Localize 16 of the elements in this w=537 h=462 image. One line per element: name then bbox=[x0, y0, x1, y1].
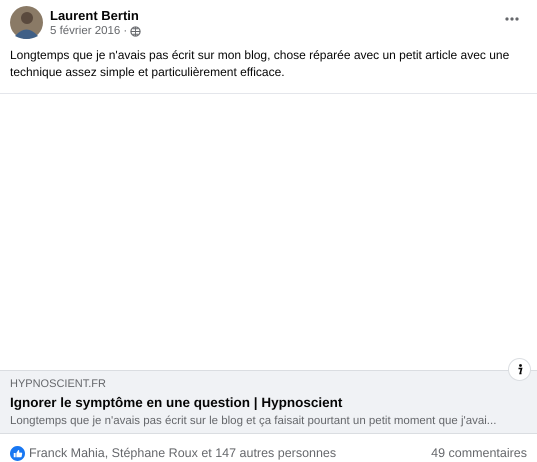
avatar[interactable] bbox=[10, 6, 43, 39]
more-icon bbox=[505, 17, 519, 21]
link-preview-card[interactable]: HYPNOSCIENT.FR Ignorer le symptôme en une question | Hypnoscient Longtemps que je n'avais pas écrit sur le blog et ça faisait pourtant un petit moment que j'avai... bbox=[0, 370, 537, 434]
author-name[interactable]: Laurent Bertin bbox=[50, 7, 142, 24]
like-icon bbox=[10, 446, 25, 461]
link-description: Longtemps que je n'avais pas écrit sur le blog et ça faisait pourtant un petit moment que j'avai... bbox=[10, 414, 498, 429]
comments-count[interactable]: 49 commentaires bbox=[431, 444, 527, 462]
info-icon bbox=[516, 364, 522, 375]
post-date[interactable]: 5 février 2016 bbox=[50, 24, 120, 39]
link-domain: HYPNOSCIENT.FR bbox=[10, 377, 107, 391]
globe-icon bbox=[130, 26, 142, 37]
info-button[interactable] bbox=[508, 358, 531, 381]
post-text: Longtemps que je n'avais pas écrit sur mon blog, chose réparée avec un petit article avec une technique assez simple et particulièrement efficace. bbox=[9, 47, 510, 81]
link-title[interactable]: Ignorer le symptôme en une question | Hypnoscient bbox=[10, 393, 527, 413]
separator: · bbox=[123, 24, 128, 39]
reactions-text[interactable]: Franck Mahia, Stéphane Roux et 147 autres personnes bbox=[29, 444, 336, 462]
